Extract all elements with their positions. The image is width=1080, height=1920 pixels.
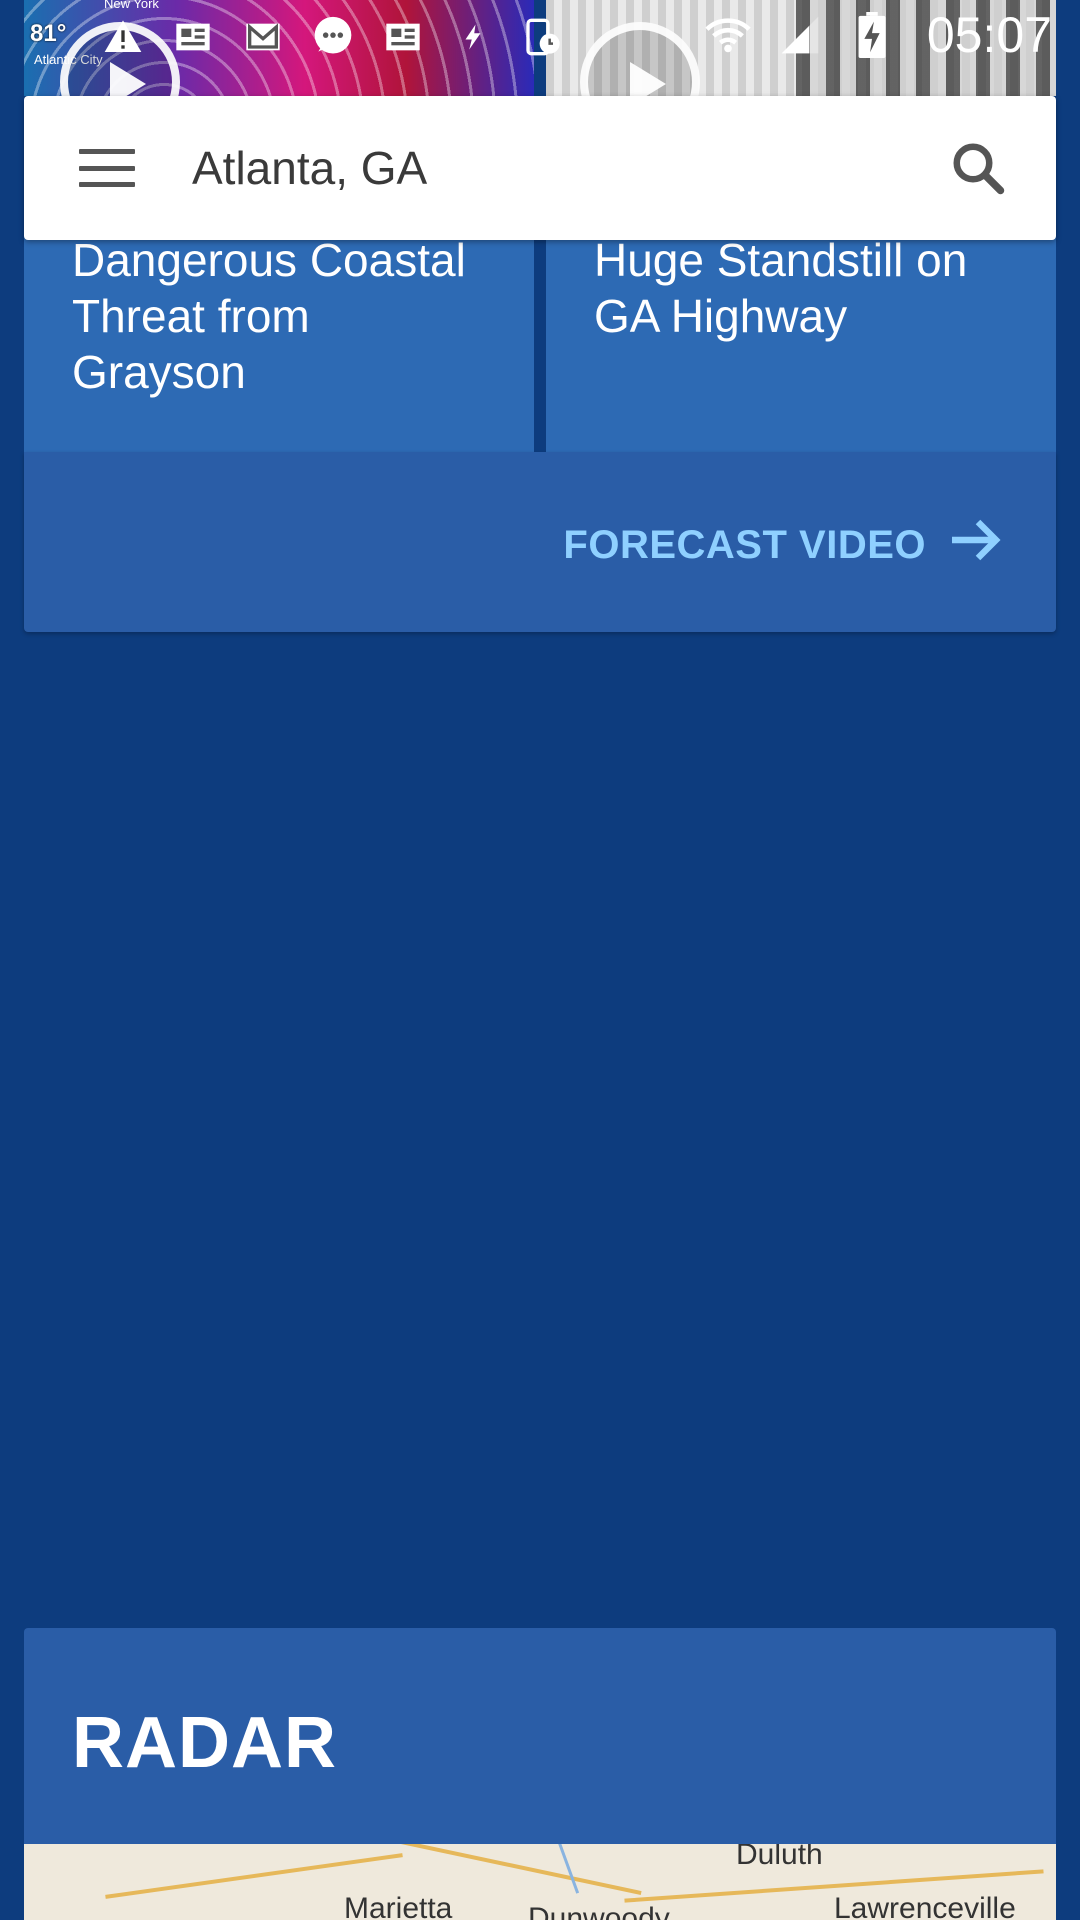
radar-map[interactable]: Duluth Marietta Dunwoody Lawrenceville: [24, 1844, 1056, 1920]
flash-icon: [450, 14, 496, 60]
radar-title: RADAR: [72, 1703, 337, 1783]
forecast-video-label: FORECAST VIDEO: [563, 522, 926, 567]
news-icon: [170, 14, 216, 60]
device-clock-icon: [520, 14, 566, 60]
screen: New York 81° Atlantic City 05:07 Atlanta…: [0, 0, 1080, 1920]
signal-icon: [777, 12, 823, 58]
alert-icon: [100, 14, 146, 60]
status-clock: 05:07: [926, 7, 1052, 63]
map-city-label: Lawrenceville: [834, 1892, 1016, 1920]
hamburger-menu-icon[interactable]: [54, 96, 160, 240]
search-icon[interactable]: [918, 96, 1038, 240]
gmail-icon: [240, 14, 286, 60]
radar-card[interactable]: RADAR Duluth Marietta Dunwoody Lawrencev…: [24, 1628, 1056, 1920]
map-city-label: Marietta: [344, 1892, 453, 1920]
news-headline: Huge Standstill on GA Highway: [594, 234, 968, 342]
news-headline: Dangerous Coastal Threat from Grayson: [72, 234, 466, 398]
status-bar: 05:07: [0, 0, 1080, 72]
forecast-video-link[interactable]: FORECAST VIDEO: [563, 516, 1004, 574]
map-city-label: Duluth: [736, 1844, 823, 1871]
battery-charging-icon: [849, 12, 895, 58]
location-search-bar[interactable]: Atlanta, GA: [24, 96, 1056, 240]
news-icon: [380, 14, 426, 60]
location-label[interactable]: Atlanta, GA: [192, 141, 918, 195]
forecast-card-footer: FORECAST VIDEO: [24, 452, 1056, 632]
arrow-right-icon: [948, 516, 1004, 574]
chat-icon: [310, 14, 356, 60]
wifi-icon: [705, 12, 751, 58]
map-city-label: Dunwoody: [528, 1902, 670, 1920]
